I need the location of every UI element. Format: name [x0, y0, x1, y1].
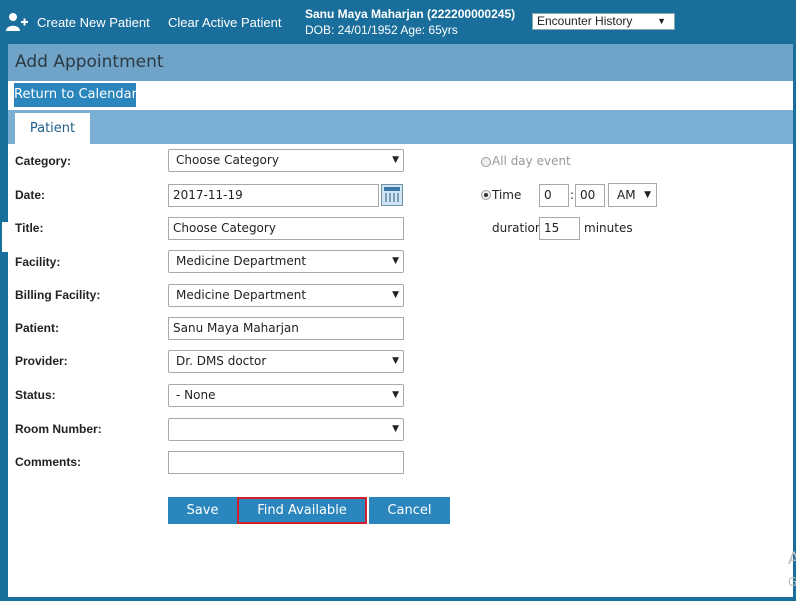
- calendar-icon[interactable]: [381, 184, 403, 206]
- chevron-down-icon: ▼: [657, 16, 666, 26]
- all-day-event-label: All day event: [492, 154, 571, 168]
- patient-dob-age: DOB: 24/01/1952 Age: 65yrs: [305, 23, 458, 37]
- minute-input[interactable]: 00: [575, 184, 605, 207]
- add-patient-icon[interactable]: [5, 12, 29, 32]
- chevron-down-icon: ▼: [392, 290, 399, 300]
- patient-label: Patient:: [15, 321, 60, 335]
- billing-facility-label: Billing Facility:: [15, 288, 101, 302]
- category-label: Category:: [15, 154, 72, 168]
- watermark-text-2: G: [788, 575, 796, 589]
- create-new-patient-link[interactable]: Create New Patient: [37, 15, 150, 30]
- tab-patient[interactable]: Patient: [15, 113, 90, 146]
- duration-input[interactable]: 15: [539, 217, 580, 240]
- chevron-down-icon: ▼: [644, 190, 651, 200]
- date-input[interactable]: 2017-11-19: [168, 184, 379, 207]
- billing-facility-select[interactable]: Medicine Department ▼: [168, 284, 404, 307]
- date-value: 2017-11-19: [173, 188, 243, 202]
- top-header-bar: Create New Patient Clear Active Patient …: [0, 0, 796, 44]
- minutes-label: minutes: [584, 221, 633, 235]
- chevron-down-icon: ▼: [392, 390, 399, 400]
- find-available-button[interactable]: Find Available: [237, 497, 367, 524]
- chevron-down-icon: ▼: [392, 155, 399, 165]
- all-day-event-radio[interactable]: [481, 157, 491, 167]
- time-radio[interactable]: [481, 190, 491, 200]
- hour-value: 0: [544, 188, 552, 202]
- encounter-history-value: Encounter History: [537, 14, 633, 28]
- facility-label: Facility:: [15, 255, 61, 269]
- title-input[interactable]: Choose Category: [168, 217, 404, 240]
- cancel-button[interactable]: Cancel: [369, 497, 450, 524]
- provider-label: Provider:: [15, 354, 68, 368]
- watermark-text: A: [788, 549, 796, 569]
- left-frame-notch: [2, 222, 8, 252]
- clear-active-patient-link[interactable]: Clear Active Patient: [168, 15, 281, 30]
- chevron-down-icon: ▼: [392, 424, 399, 434]
- status-value: - None: [176, 388, 216, 402]
- patient-value: Sanu Maya Maharjan: [173, 321, 299, 335]
- time-label: Time: [492, 188, 522, 202]
- return-to-calendar-button[interactable]: Return to Calendar: [14, 83, 137, 107]
- save-button[interactable]: Save: [168, 497, 237, 524]
- ampm-select[interactable]: AM ▼: [608, 183, 657, 207]
- facility-select[interactable]: Medicine Department ▼: [168, 250, 404, 273]
- minute-value: 00: [580, 188, 596, 202]
- provider-value: Dr. DMS doctor: [176, 354, 267, 368]
- billing-facility-value: Medicine Department: [176, 288, 307, 302]
- left-frame-bar: [0, 44, 8, 601]
- duration-label: duration: [492, 221, 543, 235]
- bottom-frame-line: [0, 597, 796, 601]
- page-title: Add Appointment: [15, 52, 164, 72]
- patient-name-id: Sanu Maya Maharjan (222200000245): [305, 7, 516, 21]
- room-number-select[interactable]: ▼: [168, 418, 404, 441]
- provider-select[interactable]: Dr. DMS doctor ▼: [168, 350, 404, 373]
- status-select[interactable]: - None ▼: [168, 384, 404, 407]
- comments-label: Comments:: [15, 455, 82, 469]
- duration-value: 15: [544, 221, 560, 235]
- hour-input[interactable]: 0: [539, 184, 569, 207]
- time-separator: :: [570, 188, 575, 202]
- facility-value: Medicine Department: [176, 254, 307, 268]
- comments-input[interactable]: [168, 451, 404, 474]
- date-label: Date:: [15, 188, 46, 202]
- tab-bar: [8, 110, 793, 144]
- chevron-down-icon: ▼: [392, 356, 399, 366]
- encounter-history-select[interactable]: Encounter History ▼: [532, 13, 675, 30]
- chevron-down-icon: ▼: [392, 256, 399, 266]
- ampm-value: AM: [617, 188, 636, 202]
- status-label: Status:: [15, 388, 56, 402]
- patient-input[interactable]: Sanu Maya Maharjan: [168, 317, 404, 340]
- category-select[interactable]: Choose Category ▼: [168, 149, 404, 172]
- category-value: Choose Category: [176, 153, 279, 167]
- title-label: Title:: [15, 221, 44, 235]
- room-number-label: Room Number:: [15, 422, 102, 436]
- title-value: Choose Category: [173, 221, 276, 235]
